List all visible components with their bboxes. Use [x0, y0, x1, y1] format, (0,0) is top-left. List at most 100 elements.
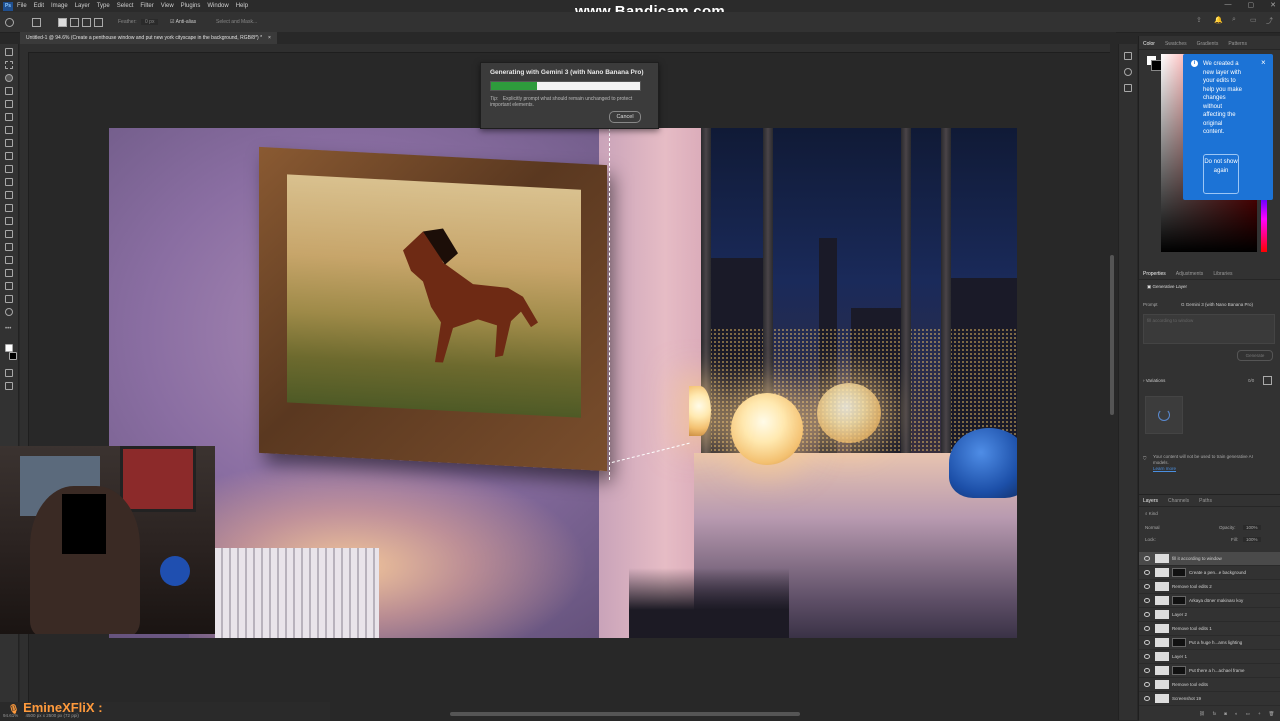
history-icon[interactable] [1124, 52, 1132, 60]
visibility-eye-icon[interactable] [1144, 654, 1150, 659]
clone-stamp-icon[interactable] [5, 165, 13, 173]
document-tab[interactable]: Untitled-1 @ 94.6% (Create a penthouse w… [20, 32, 277, 44]
layer-row[interactable]: Layer 1 [1139, 650, 1280, 664]
tab-channels[interactable]: Channels [1168, 498, 1189, 504]
play-icon[interactable] [1124, 68, 1132, 76]
add-selection-icon[interactable] [70, 18, 79, 27]
screen-mode-icon[interactable] [5, 382, 13, 390]
eyedropper-icon[interactable] [5, 126, 13, 134]
visibility-eye-icon[interactable] [1144, 556, 1150, 561]
zoom-tool-icon[interactable] [5, 308, 13, 316]
more-tools-icon[interactable]: ••• [5, 326, 13, 334]
antialias-checkbox[interactable]: ☑ Anti-alias [170, 19, 196, 25]
subtract-selection-icon[interactable] [82, 18, 91, 27]
search-icon[interactable]: ⌕ [1232, 16, 1236, 24]
layer-filter[interactable]: ⌕ Kind [1145, 511, 1158, 516]
do-not-show-again-button[interactable]: Do not show again [1203, 154, 1239, 194]
marquee-tool-icon[interactable] [5, 61, 13, 69]
layer-row[interactable]: Remove tool edits 2 [1139, 580, 1280, 594]
document-canvas-image[interactable] [109, 128, 1017, 638]
foreground-color-swatch[interactable] [5, 344, 13, 352]
brush-tool-icon[interactable] [5, 152, 13, 160]
home-icon[interactable] [5, 18, 14, 27]
zoom-level[interactable]: 94.61% [3, 713, 18, 718]
frame-tool-icon[interactable] [5, 113, 13, 121]
adjustment-layer-icon[interactable]: ◐ [1235, 711, 1238, 717]
tab-color[interactable]: Color [1143, 41, 1155, 47]
layer-row[interactable]: Put there a h...achael frame [1139, 664, 1280, 678]
prompt-input[interactable]: fill according to window [1143, 314, 1275, 344]
visibility-eye-icon[interactable] [1144, 598, 1150, 603]
tab-patterns[interactable]: Patterns [1228, 41, 1247, 47]
visibility-eye-icon[interactable] [1144, 668, 1150, 673]
layer-row[interactable]: Remove tool edits [1139, 678, 1280, 692]
share-document-icon[interactable]: ⤴ [1266, 16, 1273, 26]
opacity-input[interactable]: 100% [1243, 525, 1261, 530]
background-color-swatch[interactable] [9, 352, 17, 360]
visibility-eye-icon[interactable] [1144, 626, 1150, 631]
lasso-tool-icon[interactable] [5, 74, 13, 82]
vertical-scrollbar[interactable] [1110, 255, 1114, 415]
new-group-icon[interactable]: ▭ [1246, 711, 1250, 717]
tab-libraries[interactable]: Libraries [1213, 271, 1232, 277]
delete-layer-icon[interactable]: 🗑 [1269, 711, 1275, 717]
layer-row[interactable]: Remove tool edits 1 [1139, 622, 1280, 636]
variation-thumbnail[interactable] [1145, 396, 1183, 434]
actions-icon[interactable] [1124, 84, 1132, 92]
type-tool-icon[interactable] [5, 256, 13, 264]
move-tool-icon[interactable] [5, 48, 13, 56]
learn-more-link[interactable]: Learn more [1153, 466, 1176, 471]
workspace-icon[interactable]: ▭ [1250, 16, 1257, 24]
layer-mask-thumbnail[interactable] [1172, 596, 1186, 605]
tab-gradients[interactable]: Gradients [1197, 41, 1219, 47]
tab-properties[interactable]: Properties [1143, 271, 1166, 277]
eraser-icon[interactable] [5, 191, 13, 199]
blend-mode-select[interactable]: Normal [1145, 525, 1160, 530]
new-layer-icon[interactable]: + [1258, 711, 1261, 717]
layer-row[interactable]: Put a huge h...ams lighting [1139, 636, 1280, 650]
layer-row[interactable]: fill it according to window [1139, 552, 1280, 566]
cancel-button[interactable]: Cancel [609, 111, 641, 123]
path-selection-icon[interactable] [5, 269, 13, 277]
pen-tool-icon[interactable] [5, 243, 13, 251]
object-selection-icon[interactable] [5, 87, 13, 95]
horizontal-scrollbar[interactable] [450, 712, 800, 716]
add-mask-icon[interactable]: ◙ [1224, 711, 1227, 717]
fx-icon[interactable]: fx [1213, 711, 1217, 717]
visibility-eye-icon[interactable] [1144, 640, 1150, 645]
grid-view-icon[interactable] [1263, 376, 1272, 385]
layer-mask-thumbnail[interactable] [1172, 666, 1186, 675]
visibility-eye-icon[interactable] [1144, 696, 1150, 701]
layer-row[interactable]: Create a pen...e background [1139, 566, 1280, 580]
layer-row[interactable]: Layer 2 [1139, 608, 1280, 622]
visibility-eye-icon[interactable] [1144, 584, 1150, 589]
shape-tool-icon[interactable] [5, 282, 13, 290]
close-tab-icon[interactable]: × [268, 35, 271, 41]
lasso-tool-icon[interactable] [32, 18, 41, 27]
tooltip-close-icon[interactable]: × [1261, 58, 1266, 67]
fill-input[interactable]: 100% [1243, 537, 1261, 542]
crop-tool-icon[interactable] [5, 100, 13, 108]
feather-input[interactable]: 0 px [141, 19, 159, 25]
model-select[interactable]: G Gemini 3 (with Nano Banana Pro) [1181, 302, 1253, 307]
layer-mask-thumbnail[interactable] [1172, 568, 1186, 577]
visibility-eye-icon[interactable] [1144, 612, 1150, 617]
healing-brush-icon[interactable] [5, 139, 13, 147]
select-and-mask-button[interactable]: Select and Mask... [216, 19, 257, 25]
generate-button[interactable]: Generate [1237, 350, 1273, 361]
link-layers-icon[interactable]: ⛓ [1199, 711, 1205, 717]
layer-row[interactable]: Screenshot 19 [1139, 692, 1280, 706]
visibility-eye-icon[interactable] [1144, 570, 1150, 575]
tab-swatches[interactable]: Swatches [1165, 41, 1187, 47]
tab-adjustments[interactable]: Adjustments [1176, 271, 1204, 277]
tab-paths[interactable]: Paths [1199, 498, 1212, 504]
layer-mask-thumbnail[interactable] [1172, 638, 1186, 647]
layer-row[interactable]: Arkaya döner makinası koy [1139, 594, 1280, 608]
quick-mask-icon[interactable] [5, 369, 13, 377]
dodge-tool-icon[interactable] [5, 230, 13, 238]
bell-icon[interactable]: 🔔 [1214, 16, 1223, 24]
tab-layers[interactable]: Layers [1143, 498, 1158, 504]
new-selection-icon[interactable] [58, 18, 67, 27]
share-icon[interactable]: ⇪ [1196, 16, 1202, 24]
visibility-eye-icon[interactable] [1144, 682, 1150, 687]
